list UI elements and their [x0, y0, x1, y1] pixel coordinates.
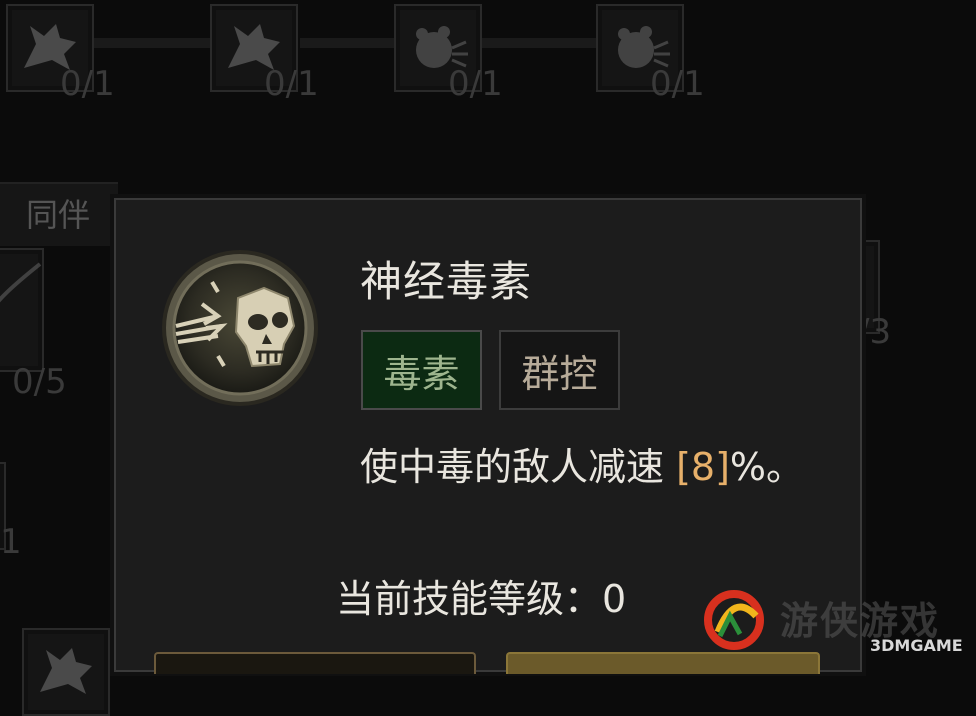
node-count: 0/5: [12, 362, 67, 402]
node-count: 1: [0, 522, 22, 562]
node-count: 0/1: [264, 64, 319, 104]
description-text: 使中毒的敌人减速: [360, 445, 677, 489]
tag-crowd-control: 群控: [499, 330, 620, 410]
thorn-vine-icon: [0, 262, 42, 303]
wolf-head-icon: [40, 648, 92, 694]
tag-toxin: 毒素: [361, 330, 482, 410]
tree-connector: [300, 38, 395, 48]
poison-skull-icon: [162, 250, 318, 406]
node-count: 0/1: [448, 64, 503, 104]
companion-tab-label: 同伴: [26, 196, 91, 234]
partial-node-icon: [866, 250, 934, 318]
description-value: [8]: [676, 445, 730, 489]
watermark-brand: 3DMGAME: [870, 636, 963, 655]
node-count: /3: [858, 312, 892, 352]
skill-node[interactable]: [0, 248, 44, 372]
tree-connector: [480, 38, 600, 48]
description-suffix: %。: [729, 445, 805, 489]
skill-node[interactable]: [22, 628, 110, 716]
node-count: 0/1: [60, 64, 115, 104]
node-count: 0/1: [650, 64, 705, 104]
skill-description: 使中毒的敌人减速 [8]%。: [360, 436, 804, 491]
tree-connector: [90, 38, 220, 48]
skill-title: 神经毒素: [360, 257, 533, 306]
current-skill-level: 当前技能等级：0: [336, 577, 627, 621]
refund-button[interactable]: [154, 652, 476, 674]
